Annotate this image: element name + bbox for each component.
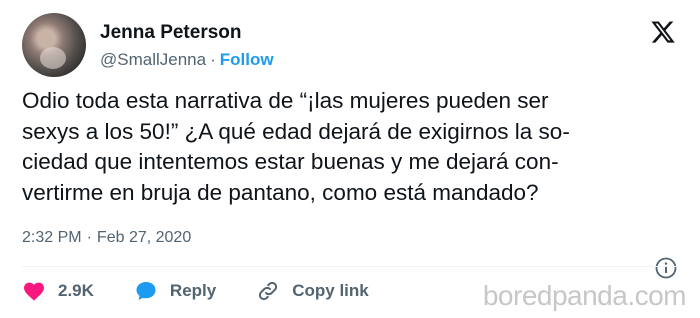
like-button[interactable]: 2.9K [22,279,94,303]
handle-row: @SmallJenna · Follow [100,50,274,70]
speech-bubble-icon [136,282,156,300]
follow-button[interactable]: Follow [220,50,274,69]
separator: · [86,229,92,246]
avatar[interactable] [22,13,86,77]
heart-icon [24,282,44,301]
timestamp[interactable]: 2:32 PM · Feb 27, 2020 [22,229,191,247]
tweet-card: Jenna Peterson @SmallJenna · Follow Odio t… [0,0,700,318]
copy-link-label: Copy link [292,281,369,300]
divider [22,266,678,267]
x-logo-icon[interactable] [650,19,676,45]
tweet-text-line: sexys a los 50!” ¿A qué edad dejará de e… [22,118,570,144]
separator: · [210,50,216,69]
tweet-text-line: Odio toda esta narrativa de “¡las mujere… [22,88,549,113]
tweet-text-line: ciedad que intentemos estar buenas y me … [22,149,559,174]
reply-button[interactable]: Reply [134,279,216,303]
author-name[interactable]: Jenna Peterson [100,22,242,44]
info-icon[interactable] [654,256,678,280]
author-handle[interactable]: @SmallJenna [100,50,206,69]
tweet-text-line: vertirme en bruja de pantano, como está … [22,179,539,205]
tweet-text: Odio toda esta narrativa de “¡las mujere… [22,86,682,208]
action-bar: 2.9K Reply Copy link [22,276,409,306]
reply-label: Reply [169,281,217,300]
link-icon [259,281,278,301]
tweet-time: 2:32 PM [22,229,82,246]
like-count: 2.9K [58,281,94,300]
copy-link-button[interactable]: Copy link [256,279,369,303]
tweet-date: Feb 27, 2020 [96,229,192,246]
watermark: boredpanda.com [482,280,687,311]
